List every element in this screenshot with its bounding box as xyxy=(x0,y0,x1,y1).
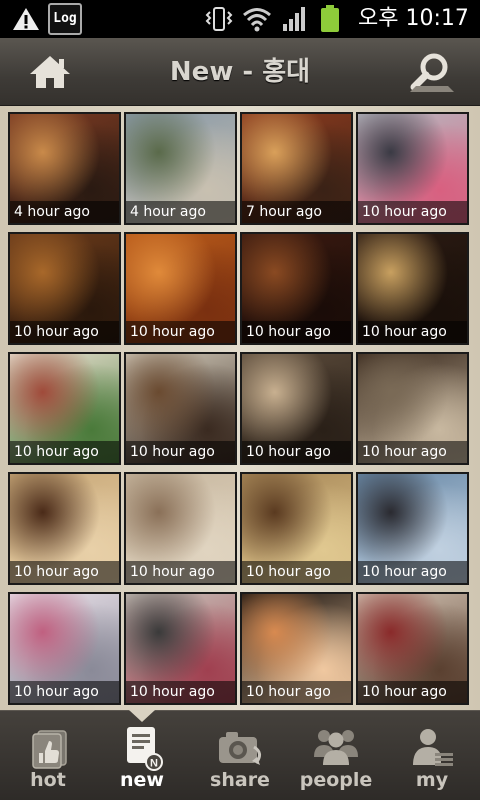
nav-label-new: new xyxy=(120,769,164,791)
photo-tile[interactable]: 4 hour ago xyxy=(8,112,121,225)
photo-tile[interactable]: 10 hour ago xyxy=(240,352,353,465)
nav-item-people[interactable]: people xyxy=(288,711,384,800)
photo-timestamp: 10 hour ago xyxy=(10,321,119,343)
warning-icon xyxy=(13,8,39,30)
nav-label-people: people xyxy=(299,769,373,791)
camera-icon xyxy=(219,732,261,765)
photo-tile[interactable]: 10 hour ago xyxy=(356,112,469,225)
profile-icon xyxy=(413,729,453,766)
photo-tile[interactable]: 10 hour ago xyxy=(240,472,353,585)
photo-tile[interactable]: 10 hour ago xyxy=(8,352,121,465)
nav-item-new[interactable]: N new xyxy=(94,711,190,800)
photo-timestamp: 4 hour ago xyxy=(10,201,119,223)
photo-timestamp: 10 hour ago xyxy=(242,441,351,463)
photo-tile[interactable]: 10 hour ago xyxy=(8,472,121,585)
new-document-icon: N xyxy=(127,727,163,771)
photo-timestamp: 7 hour ago xyxy=(242,201,351,223)
photo-tile[interactable]: 10 hour ago xyxy=(124,472,237,585)
photo-timestamp: 10 hour ago xyxy=(126,321,235,343)
new-badge: N xyxy=(150,758,158,770)
home-icon[interactable] xyxy=(26,52,74,92)
photo-timestamp: 10 hour ago xyxy=(10,441,119,463)
search-icon[interactable] xyxy=(408,50,456,94)
nav-item-my[interactable]: my xyxy=(384,711,480,800)
photo-timestamp: 10 hour ago xyxy=(242,561,351,583)
photo-timestamp: 10 hour ago xyxy=(10,681,119,703)
clock-text: 오후 10:17 xyxy=(358,6,469,31)
photo-tile[interactable]: 10 hour ago xyxy=(8,592,121,705)
photo-tile[interactable]: 10 hour ago xyxy=(124,232,237,345)
photo-timestamp: 10 hour ago xyxy=(358,201,467,223)
people-icon xyxy=(314,730,358,765)
photo-timestamp: 10 hour ago xyxy=(358,561,467,583)
photo-grid: 4 hour ago 4 hour ago 7 hour ago 10 hour ag… xyxy=(8,112,472,710)
photo-tile[interactable]: 7 hour ago xyxy=(240,112,353,225)
nav-item-hot[interactable]: hot xyxy=(0,711,96,800)
nav-item-share[interactable]: share xyxy=(192,711,288,800)
photo-timestamp: 10 hour ago xyxy=(126,681,235,703)
battery-icon xyxy=(321,5,339,32)
photo-tile[interactable]: 10 hour ago xyxy=(240,232,353,345)
nav-label-share: share xyxy=(210,769,270,791)
photo-tile[interactable]: 10 hour ago xyxy=(240,592,353,705)
photo-timestamp: 10 hour ago xyxy=(358,321,467,343)
photo-tile[interactable]: 10 hour ago xyxy=(356,472,469,585)
bottom-nav: hot N new share people my xyxy=(0,710,480,800)
photo-timestamp: 10 hour ago xyxy=(242,321,351,343)
app-header: New - 홍대 xyxy=(0,38,480,106)
photo-tile[interactable]: 10 hour ago xyxy=(124,592,237,705)
photo-tile[interactable]: 10 hour ago xyxy=(124,352,237,465)
photo-timestamp: 10 hour ago xyxy=(358,441,467,463)
status-bar: Log 오후 10:17 xyxy=(0,0,480,38)
photo-tile[interactable]: 10 hour ago xyxy=(356,592,469,705)
photo-timestamp: 10 hour ago xyxy=(126,441,235,463)
photo-timestamp: 10 hour ago xyxy=(242,681,351,703)
photo-timestamp: 4 hour ago xyxy=(126,201,235,223)
photo-tile[interactable]: 10 hour ago xyxy=(8,232,121,345)
photo-timestamp: 10 hour ago xyxy=(10,561,119,583)
page-title: New - 홍대 xyxy=(169,57,311,87)
photo-timestamp: 10 hour ago xyxy=(358,681,467,703)
photo-timestamp: 10 hour ago xyxy=(126,561,235,583)
thumbs-up-icon xyxy=(32,730,67,769)
signal-icon xyxy=(283,7,305,31)
nav-label-hot: hot xyxy=(30,769,66,791)
photo-tile[interactable]: 4 hour ago xyxy=(124,112,237,225)
photo-tile[interactable]: 10 hour ago xyxy=(356,232,469,345)
wifi-icon xyxy=(243,8,271,32)
log-icon: Log xyxy=(48,3,82,35)
vibrate-icon xyxy=(205,7,233,31)
photo-grid-area: 4 hour ago 4 hour ago 7 hour ago 10 hour ag… xyxy=(0,106,480,710)
photo-tile[interactable]: 10 hour ago xyxy=(356,352,469,465)
nav-label-my: my xyxy=(415,769,449,791)
